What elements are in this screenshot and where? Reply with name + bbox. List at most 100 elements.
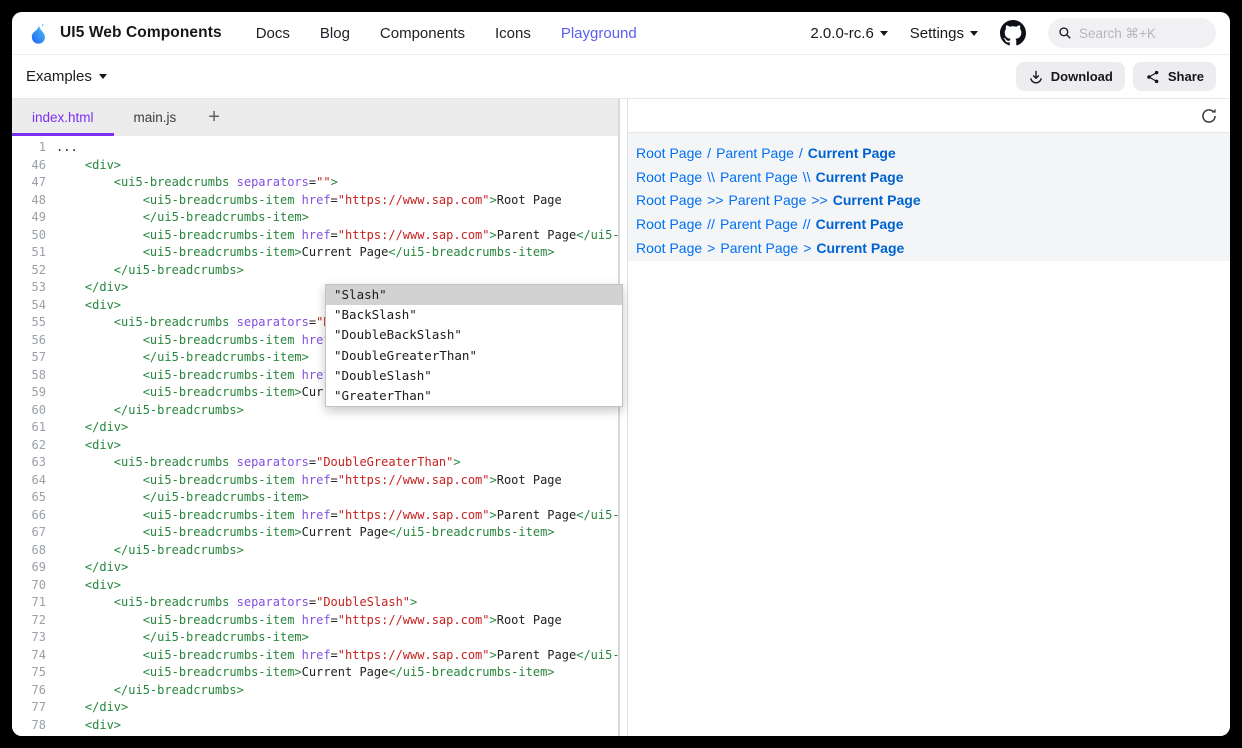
breadcrumb-separator: / [707,145,711,161]
code-line[interactable]: 67 <ui5-breadcrumbs-item>Current Page</u… [12,524,618,542]
nav-link-icons[interactable]: Icons [495,25,531,42]
code-text: <ui5-breadcrumbs-item href="https://www.… [46,227,618,245]
code-line[interactable]: 75 <ui5-breadcrumbs-item>Current Page</u… [12,664,618,682]
autocomplete-option[interactable]: "DoubleBackSlash" [326,325,622,345]
search-box[interactable] [1048,18,1216,48]
line-number: 66 [12,507,46,525]
code-text: </ui5-breadcrumbs-item> [46,489,309,507]
settings-dropdown[interactable]: Settings [910,25,978,42]
autocomplete-option[interactable]: "BackSlash" [326,305,622,325]
line-number: 69 [12,559,46,577]
code-line[interactable]: 63 <ui5-breadcrumbs separators="DoubleGr… [12,454,618,472]
code-line[interactable]: 62 <div> [12,437,618,455]
breadcrumb-link[interactable]: Parent Page [729,192,807,208]
nav-link-blog[interactable]: Blog [320,25,350,42]
chevron-down-icon [880,31,888,36]
code-line[interactable]: 70 <div> [12,577,618,595]
code-line[interactable]: 51 <ui5-breadcrumbs-item>Current Page</u… [12,244,618,262]
breadcrumb-link[interactable]: Root Page [636,169,702,185]
refresh-button[interactable] [1200,107,1218,125]
tabs: index.htmlmain.js [12,99,196,136]
refresh-icon [1200,107,1218,125]
code-area[interactable]: 1...46 <div>47 <ui5-breadcrumbs separato… [12,136,618,736]
line-number: 54 [12,297,46,315]
line-number: 46 [12,157,46,175]
breadcrumb: Root Page>>Parent Page>>Current Page [636,189,1222,213]
code-text: </div> [46,559,128,577]
code-line[interactable]: 77 </div> [12,699,618,717]
breadcrumb-link[interactable]: Parent Page [720,240,798,256]
top-header: UI5 Web Components Docs Blog Components Ico… [12,12,1230,55]
examples-dropdown[interactable]: Examples [26,68,107,85]
breadcrumb-link[interactable]: Root Page [636,216,702,232]
code-line[interactable]: 66 <ui5-breadcrumbs-item href="https://w… [12,507,618,525]
code-line[interactable]: 49 </ui5-breadcrumbs-item> [12,209,618,227]
autocomplete-option[interactable]: "DoubleSlash" [326,366,622,386]
brand-title: UI5 Web Components [60,24,222,42]
code-line[interactable]: 1... [12,139,618,157]
code-line[interactable]: 46 <div> [12,157,618,175]
code-line[interactable]: 74 <ui5-breadcrumbs-item href="https://w… [12,647,618,665]
line-number: 78 [12,717,46,735]
line-number: 61 [12,419,46,437]
code-text: ... [46,139,78,157]
code-text: </ui5-breadcrumbs-item> [46,629,309,647]
code-line[interactable]: 65 </ui5-breadcrumbs-item> [12,489,618,507]
breadcrumb-link[interactable]: Parent Page [720,216,798,232]
code-text: </ui5-breadcrumbs-item> [46,349,309,367]
code-line[interactable]: 64 <ui5-breadcrumbs-item href="https://w… [12,472,618,490]
code-line[interactable]: 61 </div> [12,419,618,437]
main-area: index.htmlmain.js + 1...46 <div>47 <ui5-… [12,99,1230,736]
code-line[interactable]: 72 <ui5-breadcrumbs-item href="https://w… [12,612,618,630]
line-number: 50 [12,227,46,245]
nav-link-components[interactable]: Components [380,25,465,42]
breadcrumb-link[interactable]: Root Page [636,192,702,208]
breadcrumb-link[interactable]: Root Page [636,240,702,256]
line-number: 72 [12,612,46,630]
preview-toolbar [628,99,1230,133]
github-icon[interactable] [1000,20,1026,46]
code-line[interactable]: 71 <ui5-breadcrumbs separators="DoubleSl… [12,594,618,612]
nav-link-playground[interactable]: Playground [561,25,637,42]
line-number: 51 [12,244,46,262]
breadcrumb-link[interactable]: Root Page [636,145,702,161]
autocomplete-option[interactable]: "GreaterThan" [326,386,622,406]
chevron-down-icon [99,74,107,79]
line-number: 56 [12,332,46,350]
code-line[interactable]: 76 </ui5-breadcrumbs> [12,682,618,700]
brand[interactable]: UI5 Web Components [26,21,222,46]
line-number: 70 [12,577,46,595]
code-line[interactable]: 47 <ui5-breadcrumbs separators=""> [12,174,618,192]
nav-link-docs[interactable]: Docs [256,25,290,42]
line-number: 65 [12,489,46,507]
version-dropdown[interactable]: 2.0.0-rc.6 [810,25,887,42]
breadcrumb-link[interactable]: Parent Page [720,169,798,185]
download-button[interactable]: Download [1016,62,1125,91]
code-text: </div> [46,419,128,437]
main-nav: Docs Blog Components Icons Playground [256,25,637,42]
app-window: UI5 Web Components Docs Blog Components Ico… [12,12,1230,736]
code-line[interactable]: 48 <ui5-breadcrumbs-item href="https://w… [12,192,618,210]
code-line[interactable]: 50 <ui5-breadcrumbs-item href="https://w… [12,227,618,245]
share-button[interactable]: Share [1133,62,1216,91]
code-text: </div> [46,279,128,297]
version-label: 2.0.0-rc.6 [810,25,873,42]
line-number: 55 [12,314,46,332]
code-text: <div> [46,157,121,175]
code-line[interactable]: 52 </ui5-breadcrumbs> [12,262,618,280]
autocomplete-option[interactable]: "DoubleGreaterThan" [326,346,622,366]
line-number: 73 [12,629,46,647]
breadcrumb-current-page: Current Page [816,240,904,256]
search-input[interactable] [1079,26,1206,41]
code-line[interactable]: 78 <div> [12,717,618,735]
code-line[interactable]: 69 </div> [12,559,618,577]
add-tab-button[interactable]: + [196,99,232,136]
code-line[interactable]: 68 </ui5-breadcrumbs> [12,542,618,560]
line-number: 1 [12,139,46,157]
editor-tab-index.html[interactable]: index.html [12,99,114,136]
editor-tab-main.js[interactable]: main.js [114,99,197,136]
code-text: <div> [46,437,121,455]
autocomplete-option[interactable]: "Slash" [326,285,622,305]
code-line[interactable]: 73 </ui5-breadcrumbs-item> [12,629,618,647]
breadcrumb-link[interactable]: Parent Page [716,145,794,161]
